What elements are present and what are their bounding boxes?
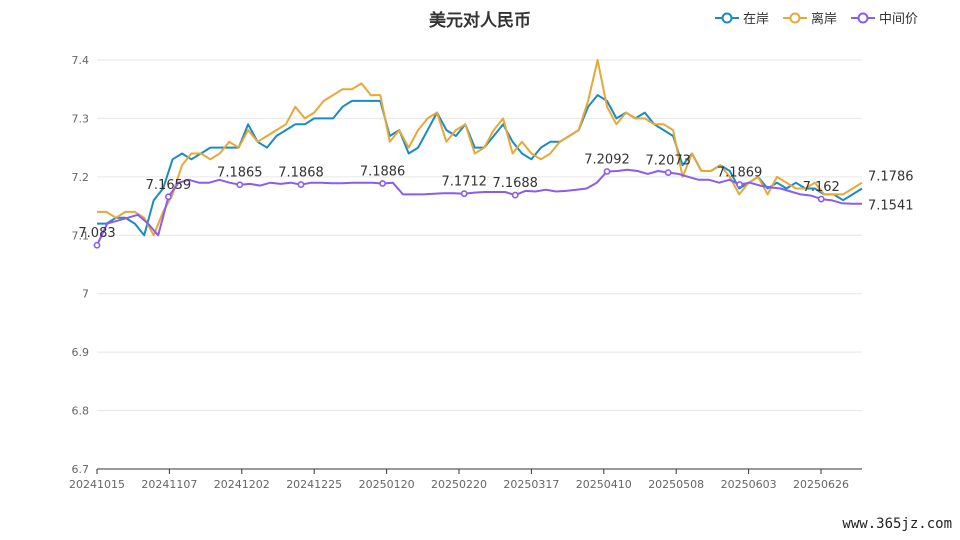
axis-layer: 6.76.86.977.17.27.37.420241015 20241107 20…: [69, 54, 862, 491]
x-tick-label: 20250410: [576, 478, 632, 491]
end-value-label: 7.1786: [868, 170, 914, 185]
data-point-label: 7.1865: [217, 166, 263, 181]
data-point-marker: [511, 191, 519, 199]
data-point-label: 7.1886: [360, 165, 406, 180]
y-tick-label: 6.8: [72, 405, 90, 418]
label-layer: 7.083 7.1659 7.1865 7.1868 7.1886 7.1712 7.168…: [78, 152, 914, 249]
x-tick-label: 20250508: [648, 478, 704, 491]
x-tick-label: 20241107: [141, 478, 197, 491]
y-tick-label: 7.3: [72, 112, 90, 125]
grid-layer: [97, 59, 862, 470]
x-tick-label: 20250317: [503, 478, 559, 491]
x-tick-label: 20250220: [431, 478, 487, 491]
data-point-label: 7.2073: [645, 154, 691, 169]
data-point-marker: [236, 181, 244, 189]
y-tick-label: 6.7: [72, 463, 90, 476]
data-point-label: 7.083: [78, 226, 115, 241]
series-layer: [96, 59, 863, 246]
y-tick-label: 7.2: [72, 171, 90, 184]
watermark: www.365jz.com: [842, 516, 952, 532]
data-point-marker: [736, 181, 743, 188]
x-tick-label: 20250603: [721, 478, 777, 491]
data-point-marker: [817, 195, 825, 203]
y-tick-label: 7: [82, 288, 89, 301]
data-point-marker: [379, 180, 386, 187]
data-point-label: 7.1659: [146, 178, 192, 193]
data-point-label: 7.2092: [584, 152, 630, 167]
x-tick-label: 20241015: [69, 478, 125, 491]
y-tick-label: 6.9: [72, 346, 90, 359]
x-tick-label: 20241202: [214, 478, 270, 491]
end-value-label: 7.1541: [868, 199, 914, 214]
data-point-marker: [297, 181, 305, 188]
data-point-marker: [164, 193, 172, 201]
data-point-label: 7.1688: [492, 176, 538, 191]
data-point-marker: [93, 241, 101, 249]
data-point-marker: [603, 168, 611, 175]
x-tick-label: 20250120: [359, 478, 415, 491]
y-tick-label: 7.4: [72, 54, 90, 67]
data-point-marker: [460, 190, 468, 198]
data-point-marker: [664, 169, 672, 176]
x-tick-label: 20250626: [793, 478, 849, 491]
data-point-label: 7.1869: [717, 166, 763, 181]
x-tick-label: 20241225: [286, 478, 342, 491]
data-point-label: 7.1712: [441, 175, 487, 190]
line-chart: 6.76.86.977.17.27.37.420241015 20241107 20…: [69, 54, 914, 491]
data-point-label: 7.1868: [278, 166, 324, 181]
data-point-label: 7.162: [803, 180, 840, 195]
